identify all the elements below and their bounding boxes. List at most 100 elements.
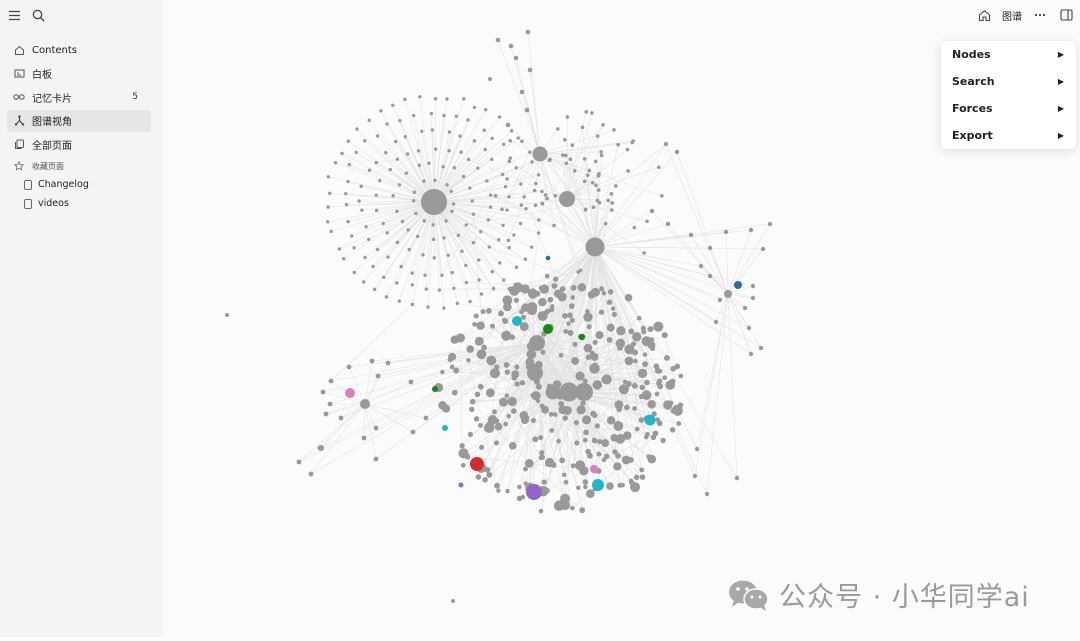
- graph-node[interactable]: [522, 195, 525, 198]
- graph-node[interactable]: [599, 286, 604, 291]
- graph-node[interactable]: [375, 209, 378, 212]
- graph-node[interactable]: [525, 108, 530, 113]
- graph-node[interactable]: [484, 148, 487, 151]
- graph-node[interactable]: [485, 179, 488, 182]
- graph-node[interactable]: [466, 358, 471, 363]
- graph-node[interactable]: [583, 479, 589, 485]
- graph-node[interactable]: [601, 439, 609, 447]
- graph-node[interactable]: [576, 270, 580, 274]
- graph-node[interactable]: [548, 297, 554, 303]
- graph-node[interactable]: [503, 318, 509, 324]
- graph-node[interactable]: [498, 311, 504, 317]
- graph-node[interactable]: [490, 324, 495, 329]
- graph-node[interactable]: [579, 334, 585, 340]
- graph-node[interactable]: [604, 222, 608, 226]
- graph-node[interactable]: [526, 484, 542, 500]
- graph-node[interactable]: [705, 492, 709, 496]
- graph-node[interactable]: [412, 114, 415, 117]
- graph-node[interactable]: [533, 189, 537, 193]
- graph-node[interactable]: [482, 477, 488, 483]
- graph-node[interactable]: [509, 442, 517, 450]
- graph-node[interactable]: [547, 384, 552, 389]
- graph-node[interactable]: [450, 210, 453, 213]
- graph-node[interactable]: [626, 148, 630, 152]
- graph-node[interactable]: [514, 56, 519, 61]
- graph-node[interactable]: [406, 152, 409, 155]
- graph-node[interactable]: [591, 353, 599, 361]
- graph-node[interactable]: [431, 223, 434, 226]
- graph-node[interactable]: [571, 357, 579, 365]
- graph-node[interactable]: [599, 310, 604, 315]
- graph-node[interactable]: [468, 432, 473, 437]
- graph-node[interactable]: [538, 435, 543, 440]
- graph-node[interactable]: [564, 480, 569, 485]
- graph-node[interactable]: [448, 130, 451, 133]
- graph-node[interactable]: [573, 169, 577, 173]
- graph-node[interactable]: [639, 417, 645, 423]
- graph-node[interactable]: [507, 195, 510, 198]
- graph-node[interactable]: [432, 238, 435, 241]
- graph-node[interactable]: [505, 369, 510, 374]
- graph-node[interactable]: [514, 365, 519, 370]
- graph-node[interactable]: [590, 465, 598, 473]
- graph-node[interactable]: [418, 164, 421, 167]
- graph-node[interactable]: [558, 405, 567, 414]
- graph-node[interactable]: [540, 403, 545, 408]
- graph-node[interactable]: [537, 173, 540, 176]
- graph-node[interactable]: [487, 218, 490, 221]
- graph-node[interactable]: [724, 230, 728, 234]
- graph-node[interactable]: [371, 265, 374, 268]
- graph-node[interactable]: [362, 436, 367, 441]
- graph-node[interactable]: [749, 228, 753, 232]
- graph-node[interactable]: [509, 44, 514, 49]
- graph-node[interactable]: [505, 489, 510, 494]
- graph-node[interactable]: [474, 416, 479, 421]
- graph-node[interactable]: [699, 264, 703, 268]
- graph-node[interactable]: [519, 222, 522, 225]
- graph-node[interactable]: [488, 77, 492, 81]
- graph-node[interactable]: [442, 306, 445, 309]
- graph-node[interactable]: [515, 166, 518, 169]
- graph-node[interactable]: [472, 241, 475, 244]
- graph-node[interactable]: [567, 330, 573, 336]
- graph-node[interactable]: [375, 161, 378, 164]
- graph-node[interactable]: [470, 457, 484, 471]
- graph-node[interactable]: [426, 305, 429, 308]
- graph-node[interactable]: [591, 181, 595, 185]
- page-title[interactable]: 图谱: [1002, 8, 1022, 23]
- graph-node[interactable]: [514, 298, 519, 303]
- graph-node[interactable]: [599, 250, 603, 254]
- graph-node[interactable]: [600, 154, 604, 158]
- graph-node[interactable]: [328, 192, 331, 195]
- graph-node[interactable]: [593, 380, 603, 390]
- graph-node[interactable]: [693, 474, 697, 478]
- graph-node[interactable]: [528, 68, 533, 73]
- graph-node[interactable]: [657, 166, 661, 170]
- graph-node[interactable]: [512, 316, 522, 326]
- graph-node[interactable]: [521, 315, 526, 320]
- graph-node[interactable]: [432, 386, 438, 392]
- graph-node[interactable]: [557, 292, 566, 301]
- graph-node[interactable]: [549, 412, 554, 417]
- graph-node[interactable]: [363, 139, 366, 142]
- graph-node[interactable]: [571, 285, 577, 291]
- graph-node[interactable]: [584, 110, 588, 114]
- graph-node[interactable]: [476, 166, 479, 169]
- graph-node[interactable]: [637, 316, 642, 321]
- graph-node[interactable]: [442, 425, 448, 431]
- graph-node[interactable]: [353, 271, 356, 274]
- graph-node[interactable]: [586, 489, 595, 498]
- graph-node[interactable]: [350, 234, 353, 237]
- graph-node[interactable]: [644, 435, 649, 440]
- graph-node[interactable]: [494, 440, 499, 445]
- graph-node[interactable]: [481, 309, 486, 314]
- graph-node[interactable]: [484, 422, 494, 432]
- graph-node[interactable]: [385, 295, 388, 298]
- graph-node[interactable]: [610, 192, 614, 196]
- search-icon[interactable]: [30, 7, 46, 23]
- graph-node[interactable]: [465, 454, 471, 460]
- graph-node[interactable]: [534, 182, 538, 186]
- graph-node[interactable]: [411, 303, 414, 306]
- graph-node[interactable]: [340, 152, 343, 155]
- graph-node[interactable]: [524, 258, 527, 261]
